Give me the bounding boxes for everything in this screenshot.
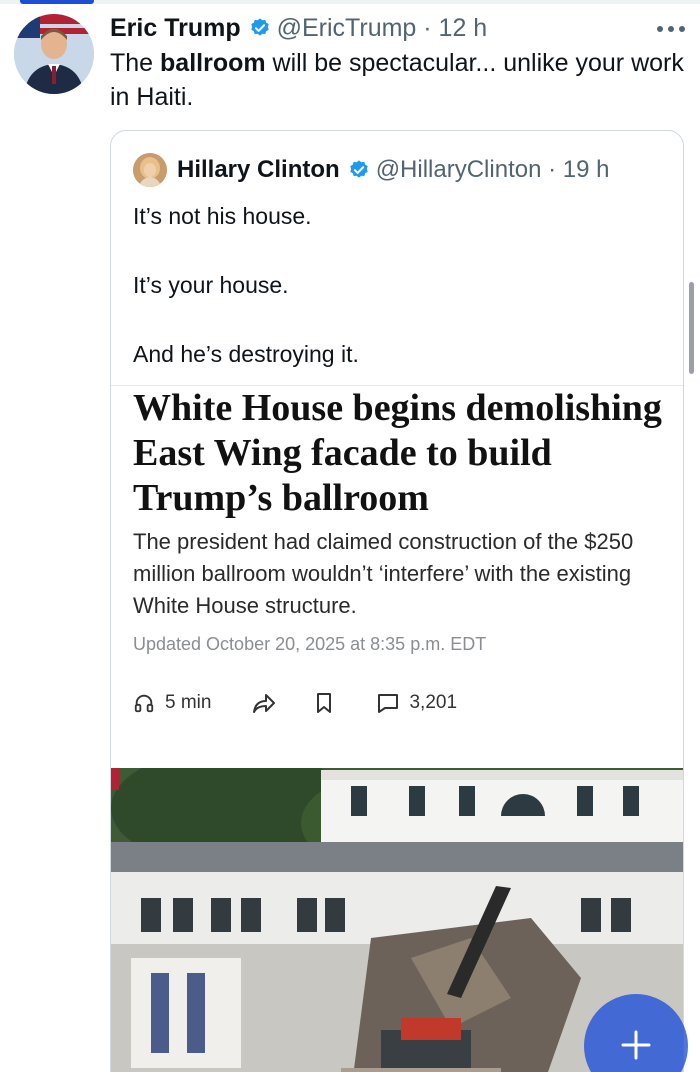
comment-icon: [378, 694, 399, 713]
tweet-time[interactable]: 12 h: [439, 14, 488, 43]
share-button[interactable]: [251, 692, 277, 714]
tweet-text: The ballroom will be spectacular... unli…: [110, 46, 690, 114]
more-horizontal-icon: [657, 26, 685, 32]
headphones-icon: [134, 694, 154, 713]
quoted-author-name[interactable]: Hillary Clinton: [177, 156, 340, 184]
avatar[interactable]: [14, 14, 94, 94]
separator-dot: ·: [416, 13, 439, 42]
quoted-tweet-card[interactable]: Hillary Clinton @HillaryClinton · 19 h I…: [110, 130, 684, 1072]
article-headline[interactable]: White House begins demolishing East Wing…: [133, 386, 673, 521]
quoted-avatar[interactable]: [133, 153, 167, 187]
comments-button[interactable]: 3,201: [377, 692, 457, 714]
article-updated-time: Updated October 20, 2025 at 8:35 p.m. ED…: [133, 634, 487, 654]
separator-dot: ·: [541, 156, 563, 183]
article-actions: 5 min 3,201: [133, 692, 457, 714]
quoted-tweet-time[interactable]: 19 h: [563, 156, 610, 184]
quoted-line: It’s not his house.: [133, 203, 312, 229]
top-divider: [0, 0, 700, 4]
quoted-line: It’s your house.: [133, 272, 289, 298]
tweet-text-part: The: [110, 49, 161, 77]
tweet-header: Eric Trump @EricTrump · 12 h: [110, 10, 487, 46]
bookmark-button[interactable]: [315, 692, 333, 714]
quoted-tweet-text: It’s not his house. It’s your house. And…: [133, 199, 663, 406]
quoted-tweet-header: Hillary Clinton @HillaryClinton · 19 h: [177, 153, 609, 187]
listen-button[interactable]: 5 min: [133, 692, 211, 714]
quoted-line: And he’s destroying it.: [133, 341, 359, 367]
more-options-button[interactable]: [656, 14, 686, 38]
verified-badge-icon: [249, 17, 271, 39]
author-handle[interactable]: @EricTrump: [277, 14, 417, 43]
author-name[interactable]: Eric Trump: [110, 14, 241, 43]
listen-duration: 5 min: [165, 692, 212, 713]
quoted-author-handle[interactable]: @HillaryClinton: [376, 156, 542, 184]
share-arrow-icon: [253, 694, 276, 713]
bookmark-icon: [317, 693, 332, 713]
comments-count: 3,201: [409, 692, 458, 713]
verified-badge-icon: [348, 159, 370, 181]
tweet-text-bold: ballroom: [160, 49, 266, 77]
scrollbar[interactable]: [689, 282, 694, 374]
article-dek: The president had claimed construction o…: [133, 529, 634, 618]
plus-icon: [621, 1030, 651, 1060]
tab-indicator: [20, 0, 94, 4]
article-preview[interactable]: White House begins demolishing East Wing…: [111, 385, 683, 1072]
